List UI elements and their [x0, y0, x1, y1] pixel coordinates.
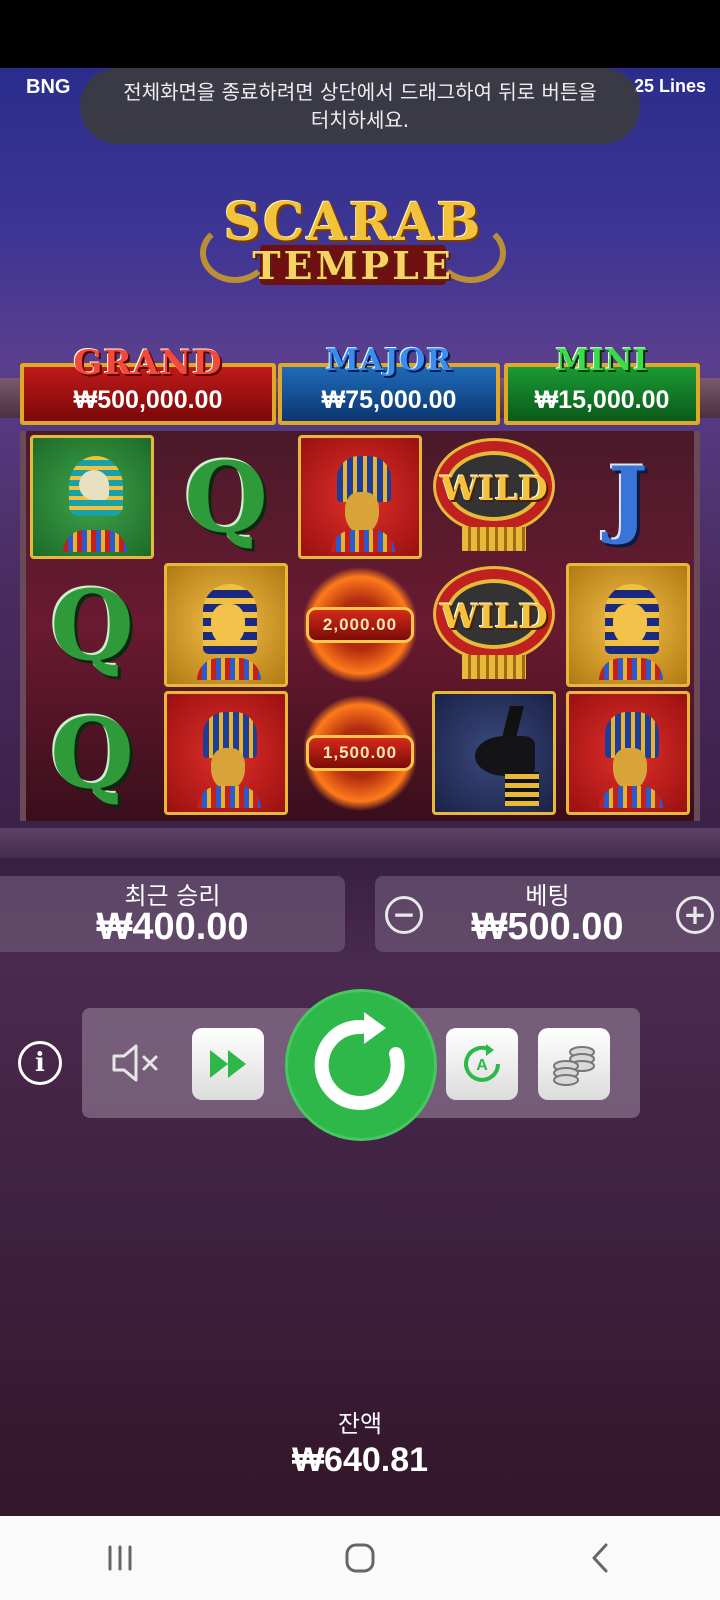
scarab-value: 2,000.00: [306, 607, 414, 643]
increase-bet-button[interactable]: +: [676, 896, 714, 934]
symbol-tile: [30, 435, 154, 559]
jackpot-mini-label: MINI: [555, 343, 649, 378]
symbol-tile: [164, 563, 288, 687]
jackpot-mini: MINI ₩15,000.00: [504, 343, 700, 425]
paylines-label: 25 Lines: [633, 76, 706, 96]
jackpot-grand-amount: ₩500,000.00: [73, 386, 223, 414]
recent-apps-button[interactable]: [70, 1528, 170, 1588]
svg-text:A: A: [476, 1057, 488, 1074]
symbol-tile: [566, 563, 690, 687]
game-screen: BNG 25 Lines SCARAB TEMPLE GRAND ₩500,00…: [0, 68, 720, 1516]
logo-subtitle: TEMPLE: [252, 243, 454, 288]
fast-forward-icon: [210, 1050, 246, 1078]
info-button[interactable]: i: [18, 1041, 62, 1085]
wild-label: WILD: [440, 597, 548, 637]
horus-icon: [63, 456, 127, 552]
wild-icon: WILD: [432, 441, 556, 553]
balance-display: 잔액 ₩640.81: [0, 1404, 720, 1480]
spin-icon: [314, 1012, 405, 1110]
symbol-wild: WILD: [432, 563, 556, 687]
q-letter: Q: [50, 568, 134, 682]
symbol-scarab: 1,500.00: [298, 691, 422, 815]
jackpot-major: MAJOR ₩75,000.00: [278, 343, 500, 425]
last-win-panel: 최근 승리 ₩400.00: [0, 876, 345, 952]
bet-panel: − 베팅 ₩500.00 +: [375, 876, 720, 952]
pharaoh-icon: [197, 584, 261, 680]
home-icon: [345, 1543, 375, 1573]
game-logo: SCARAB TEMPLE: [200, 193, 506, 301]
symbol-j: J: [566, 435, 690, 559]
temple-floor: [0, 828, 720, 858]
fullscreen-toast: 전체화면을 종료하려면 상단에서 드래그하여 뒤로 버튼을 터치하세요.: [80, 68, 640, 144]
autoplay-button[interactable]: A: [446, 1028, 518, 1100]
nefertiti-icon: [331, 456, 395, 552]
bet-value: ₩500.00: [471, 906, 624, 948]
recents-icon: [108, 1545, 132, 1571]
q-letter: Q: [50, 696, 134, 810]
symbol-wild: WILD: [432, 435, 556, 559]
wild-label: WILD: [440, 469, 548, 509]
back-button[interactable]: [550, 1528, 650, 1588]
wild-icon: WILD: [432, 569, 556, 681]
symbol-nefertiti: [164, 691, 288, 815]
home-button[interactable]: [310, 1528, 410, 1588]
status-bar: [0, 0, 720, 68]
symbol-nefertiti: [298, 435, 422, 559]
coins-button[interactable]: [538, 1028, 610, 1100]
symbol-pharaoh: [566, 563, 690, 687]
scarab-icon: 1,500.00: [300, 691, 420, 815]
scarab-icon: 2,000.00: [300, 563, 420, 687]
symbol-tile: [164, 691, 288, 815]
reel-grid: Q WILD J Q 2,000.00 WILD Q 1,500.00: [20, 431, 700, 821]
j-letter: J: [608, 447, 648, 547]
symbol-q: Q: [164, 435, 288, 559]
last-win-value: ₩400.00: [96, 906, 249, 948]
jackpot-bar: GRAND ₩500,000.00 MAJOR ₩75,000.00 MINI …: [20, 343, 700, 427]
jackpot-major-label: MAJOR: [325, 343, 453, 378]
jackpot-mini-amount: ₩15,000.00: [534, 386, 670, 414]
jackpot-major-amount: ₩75,000.00: [321, 386, 457, 414]
speaker-muted-icon: [112, 1044, 158, 1082]
jackpot-grand-label: GRAND: [73, 343, 223, 383]
mute-button[interactable]: [108, 1040, 168, 1086]
symbol-anubis: [432, 691, 556, 815]
autoplay-icon: A: [464, 1044, 500, 1082]
back-icon: [592, 1543, 608, 1573]
symbol-q: Q: [30, 563, 154, 687]
symbol-pharaoh: [164, 563, 288, 687]
symbol-tile: [298, 435, 422, 559]
scarab-value: 1,500.00: [306, 735, 414, 771]
symbol-horus: [30, 435, 154, 559]
nefertiti-icon: [197, 712, 261, 808]
turbo-button[interactable]: [192, 1028, 264, 1100]
q-letter: Q: [184, 440, 268, 554]
balance-label: 잔액: [337, 1410, 383, 1438]
balance-value: ₩640.81: [291, 1441, 429, 1479]
coin-stack-icon: [553, 1046, 595, 1086]
spin-button[interactable]: [288, 992, 434, 1138]
android-nav-bar: [0, 1516, 720, 1600]
symbol-tile: [432, 691, 556, 815]
symbol-q: Q: [30, 691, 154, 815]
symbol-tile: [566, 691, 690, 815]
symbol-scarab: 2,000.00: [298, 563, 422, 687]
anubis-icon: [465, 706, 545, 806]
pharaoh-icon: [599, 584, 663, 680]
symbol-nefertiti: [566, 691, 690, 815]
provider-logo: BNG: [26, 76, 71, 98]
jackpot-grand: GRAND ₩500,000.00: [20, 343, 276, 425]
nefertiti-icon: [599, 712, 663, 808]
